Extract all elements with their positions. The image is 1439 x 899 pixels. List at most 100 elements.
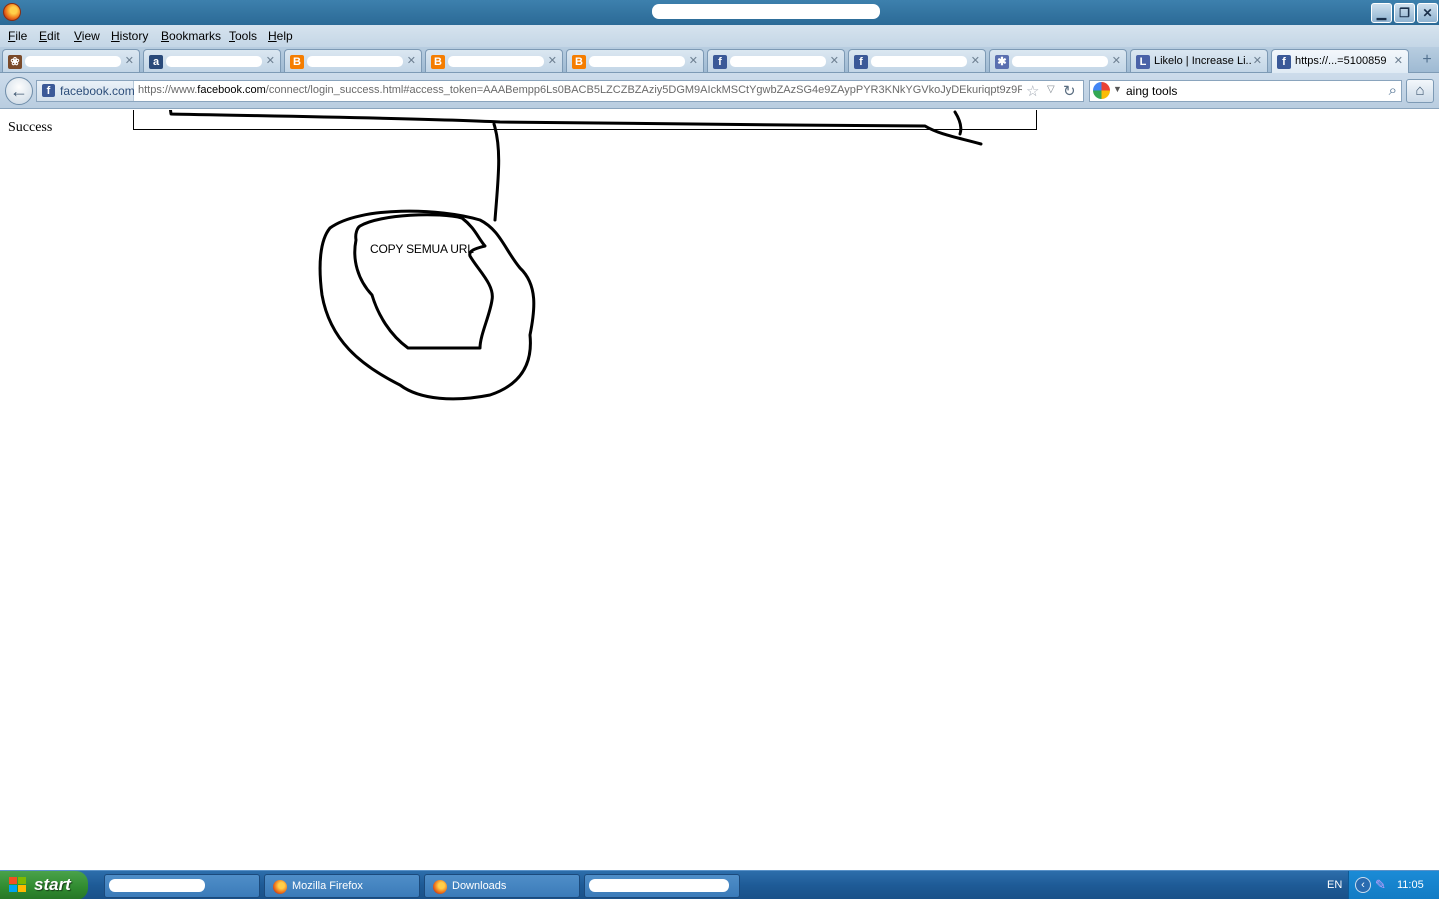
show-hidden-icons-icon[interactable]: ‹ [1355, 877, 1371, 893]
connector-line [492, 122, 501, 222]
taskbar-window-button[interactable] [104, 874, 260, 898]
annotation-label: COPY SEMUA URL [370, 242, 474, 256]
browser-tab-active[interactable]: f https://...=5100859 ✕ [1271, 49, 1409, 73]
engine-dropdown-icon[interactable]: ▼ [1113, 84, 1122, 94]
start-button[interactable]: start [0, 871, 88, 899]
reload-icon[interactable]: ↻ [1063, 82, 1076, 100]
url-text[interactable]: https://www.facebook.com/connect/login_s… [138, 84, 1022, 96]
taskbar-window-label [589, 879, 729, 892]
tab-title [589, 56, 685, 67]
tab-close-icon[interactable]: ✕ [689, 54, 698, 67]
blogger-icon: B [431, 55, 445, 69]
facebook-icon: f [713, 55, 727, 69]
menu-history[interactable]: History [111, 29, 148, 43]
new-tab-button[interactable]: + [1416, 50, 1438, 71]
facebook-icon: f [42, 84, 55, 97]
tab-title [871, 56, 967, 67]
menu-file[interactable]: File [8, 29, 27, 43]
browser-tab[interactable]: B ✕ [284, 49, 422, 72]
taskbar-window-label: Mozilla Firefox [292, 880, 363, 892]
browser-tab[interactable]: ❀ ✕ [2, 49, 140, 72]
menu-view[interactable]: View [74, 29, 100, 43]
browser-tab[interactable]: B ✕ [566, 49, 704, 72]
blogger-icon: B [572, 55, 586, 69]
back-button[interactable]: ← [5, 77, 33, 105]
page-content: Success COPY SEMUA URL [0, 110, 1439, 870]
bracket-end [953, 110, 963, 136]
firefox-logo-icon [3, 3, 21, 21]
url-prefix: https://www. [138, 84, 198, 96]
browser-tab[interactable]: f ✕ [848, 49, 986, 72]
home-button[interactable]: ⌂ [1406, 79, 1434, 103]
bookmark-star-icon[interactable]: ☆ [1026, 82, 1039, 100]
menu-bookmarks[interactable]: Bookmarks [161, 29, 221, 43]
taskbar-window-label [109, 879, 205, 892]
generic-icon: ❀ [8, 55, 22, 69]
restore-button[interactable]: ❐ [1394, 3, 1415, 23]
tab-close-icon[interactable]: ✕ [1253, 54, 1262, 67]
url-bar[interactable]: f facebook.com https://www.facebook.com/… [36, 80, 1084, 102]
browser-tab[interactable]: B ✕ [425, 49, 563, 72]
blogger-icon: B [290, 55, 304, 69]
minimize-button[interactable]: ▁ [1371, 3, 1392, 23]
google-engine-icon[interactable] [1093, 82, 1110, 99]
tab-title: Likelo | Increase Li... [1154, 55, 1252, 67]
tab-close-icon[interactable]: ✕ [266, 54, 275, 67]
firefox-icon [433, 880, 447, 894]
facebook-icon: f [1277, 55, 1291, 69]
navigation-toolbar: ← f facebook.com https://www.facebook.co… [0, 73, 1439, 109]
start-label: start [34, 875, 71, 894]
search-bar[interactable]: ▼ aing tools ⌕ [1089, 80, 1402, 102]
tab-title [730, 56, 826, 67]
history-dropdown-icon[interactable]: ▽ [1047, 84, 1055, 95]
tab-close-icon[interactable]: ✕ [971, 54, 980, 67]
pen-tool-icon[interactable]: ✎ [1375, 877, 1386, 893]
browser-tab[interactable]: f ✕ [707, 49, 845, 72]
tab-close-icon[interactable]: ✕ [1112, 54, 1121, 67]
browser-tab[interactable]: a ✕ [143, 49, 281, 72]
site-icon: ✱ [995, 55, 1009, 69]
hand-drawn-annotation [133, 110, 1037, 401]
inner-circle [353, 213, 494, 350]
firefox-icon [273, 880, 287, 894]
window-titlebar: ▁ ❐ ✕ [0, 0, 1439, 25]
tab-close-icon[interactable]: ✕ [1394, 54, 1403, 67]
taskbar-window-button[interactable]: Downloads [424, 874, 580, 898]
tab-title: https://...=5100859 [1295, 55, 1387, 67]
close-window-button[interactable]: ✕ [1417, 3, 1438, 23]
tab-close-icon[interactable]: ✕ [125, 54, 134, 67]
taskbar: start Mozilla Firefox Downloads EN ‹ ✎ 1… [0, 870, 1439, 899]
tab-title [166, 56, 262, 67]
menu-bar: File Edit View History Bookmarks Tools H… [0, 25, 1439, 47]
tab-title [1012, 56, 1108, 67]
language-indicator[interactable]: EN [1327, 879, 1342, 891]
tab-title [307, 56, 403, 67]
windows-logo-icon [9, 877, 27, 894]
tab-bar: ❀ ✕ a ✕ B ✕ B ✕ B ✕ f ✕ f ✕ ✱ ✕ L Likelo… [0, 47, 1439, 73]
browser-tab[interactable]: L Likelo | Increase Li... ✕ [1130, 49, 1268, 72]
facebook-icon: f [854, 55, 868, 69]
site-identity-button[interactable]: f facebook.com [37, 81, 135, 101]
menu-help[interactable]: Help [268, 29, 293, 43]
tab-title [448, 56, 544, 67]
taskbar-window-button[interactable] [584, 874, 740, 898]
search-icon[interactable]: ⌕ [1389, 82, 1397, 99]
menu-tools[interactable]: Tools [229, 29, 257, 43]
underline-bracket [168, 110, 983, 146]
tab-close-icon[interactable]: ✕ [830, 54, 839, 67]
site-identity-label: facebook.com [60, 84, 135, 98]
clock[interactable]: 11:05 [1397, 879, 1424, 891]
site-icon: a [149, 55, 163, 69]
browser-tab[interactable]: ✱ ✕ [989, 49, 1127, 72]
url-domain: facebook.com [197, 84, 266, 96]
menu-edit[interactable]: Edit [39, 29, 60, 43]
window-title [652, 4, 880, 19]
taskbar-window-button[interactable]: Mozilla Firefox [264, 874, 420, 898]
taskbar-window-label: Downloads [452, 880, 507, 892]
tab-close-icon[interactable]: ✕ [548, 54, 557, 67]
tab-close-icon[interactable]: ✕ [407, 54, 416, 67]
search-input[interactable]: aing tools [1126, 84, 1177, 98]
likelo-icon: L [1136, 55, 1150, 69]
url-path: /connect/login_success.html#access_token… [265, 84, 1022, 96]
tab-title [25, 56, 121, 67]
